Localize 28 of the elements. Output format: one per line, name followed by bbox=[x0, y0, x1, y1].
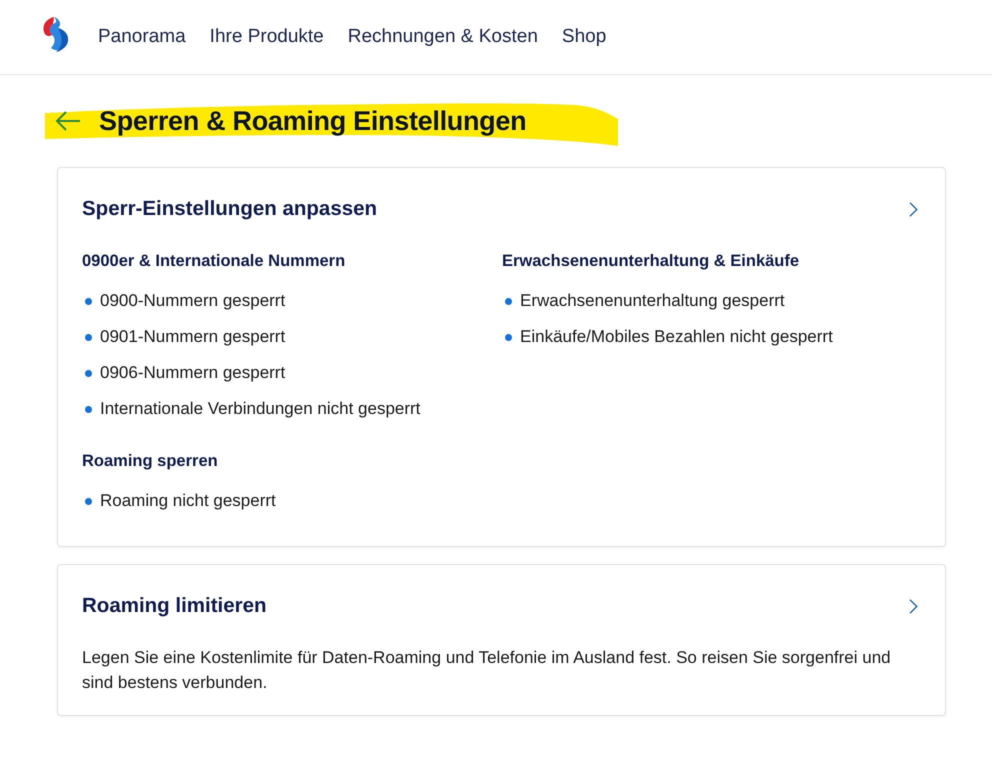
bullet-dot-icon bbox=[85, 406, 92, 413]
nav-link[interactable]: Shop bbox=[562, 25, 606, 49]
list-item-text: 0906-Nummern gesperrt bbox=[100, 362, 286, 384]
chevron-right-icon[interactable] bbox=[909, 598, 918, 614]
card-title: Roaming limitieren bbox=[82, 593, 267, 619]
list-item-text: 0900-Nummern gesperrt bbox=[100, 290, 286, 312]
list-item-text: Roaming nicht gesperrt bbox=[100, 490, 276, 512]
card-description: Legen Sie eine Kostenlimite für Daten-Roaming und Telefonie im Ausland fest. So reisen Sie sorgenfrei und sind bestens verbunden. bbox=[82, 647, 892, 694]
group-heading: 0900er & Internationale Nummern bbox=[82, 251, 346, 271]
nav-link[interactable]: Panorama bbox=[98, 25, 186, 49]
list-item-text: Einkäufe/Mobiles Bezahlen nicht gesperrt bbox=[520, 326, 833, 348]
group-heading: Roaming sperren bbox=[82, 451, 219, 471]
nav-link[interactable]: Ihre Produkte bbox=[210, 25, 324, 49]
bullet-dot-icon bbox=[505, 334, 512, 341]
bullet-dot-icon bbox=[85, 334, 92, 341]
bullet-dot-icon bbox=[505, 298, 512, 305]
bullet-dot-icon bbox=[85, 298, 92, 305]
group-heading: Erwachsenenunterhaltung & Einkäufe bbox=[502, 251, 800, 271]
list-item-text: Erwachsenenunterhaltung gesperrt bbox=[520, 290, 785, 312]
page-title: Sperren & Roaming Einstellungen bbox=[99, 105, 526, 137]
chevron-right-icon[interactable] bbox=[909, 202, 918, 216]
list-item-text: Internationale Verbindungen nicht gesperrt bbox=[100, 398, 420, 420]
bullet-dot-icon bbox=[85, 498, 92, 505]
card-title: Sperr-Einstellungen anpassen bbox=[82, 196, 378, 222]
list-item-text: 0901-Nummern gesperrt bbox=[100, 326, 286, 348]
nav-link[interactable]: Rechnungen & Kosten bbox=[348, 25, 538, 49]
back-arrow-icon[interactable] bbox=[55, 111, 81, 131]
bullet-dot-icon bbox=[85, 370, 92, 377]
